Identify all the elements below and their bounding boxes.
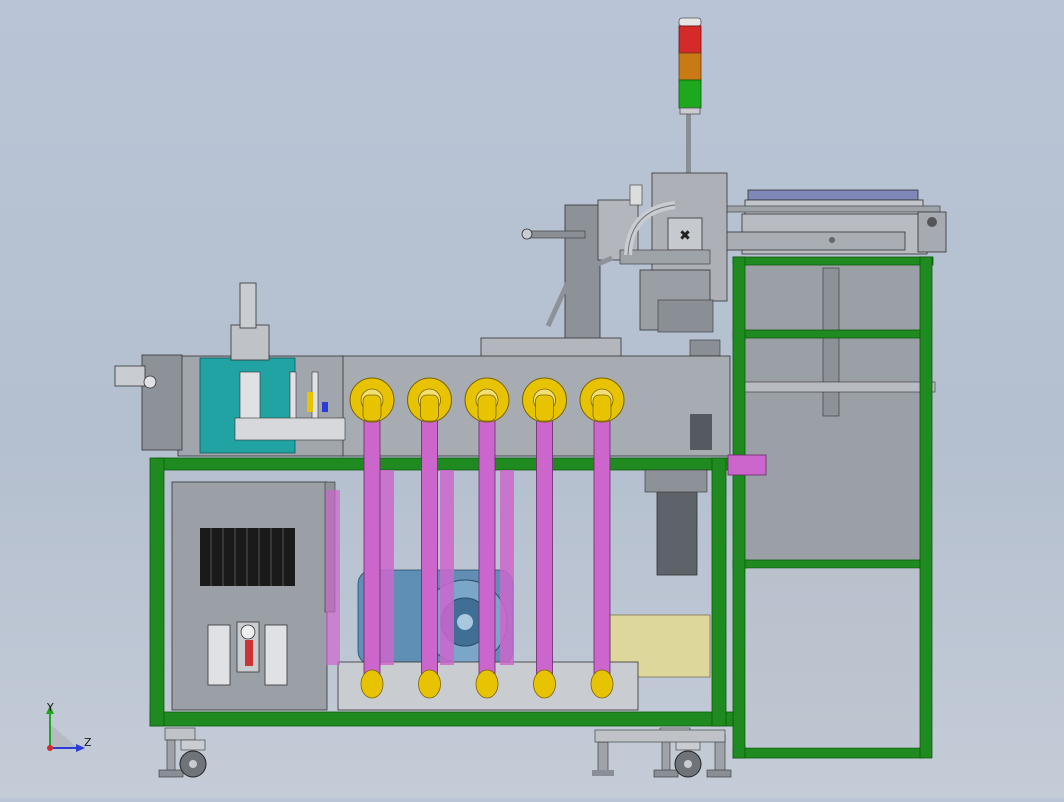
right-cabinet [732,256,936,759]
caster-1 [158,727,207,778]
central-unit: ✖ [480,172,728,359]
electrical-panel [171,481,336,711]
cad-viewport[interactable]: ✖ Y Z [0,0,1064,798]
y-axis-label: Y [46,701,54,714]
right-conveyor-head [699,189,947,255]
base-plate [594,729,726,743]
coordinate-triad: Y Z [46,701,92,752]
svg-text:✖: ✖ [679,228,691,244]
machine-model[interactable]: ✖ Y Z [0,0,1064,798]
z-axis-label: Z [84,736,92,749]
stack-light [678,17,702,174]
